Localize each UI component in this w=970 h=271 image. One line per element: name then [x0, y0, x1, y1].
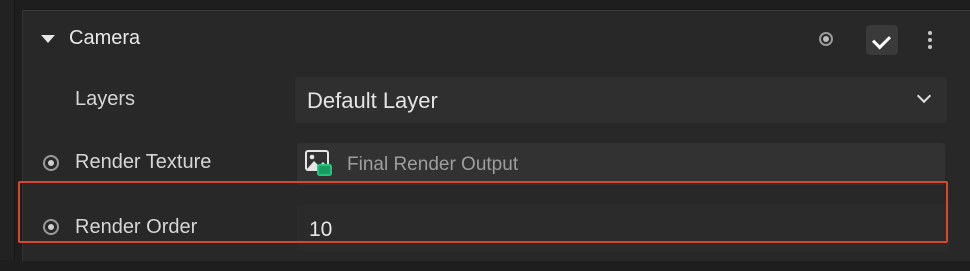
render-order-input[interactable]: 10 [297, 205, 949, 251]
radio-dot-icon[interactable] [43, 155, 59, 171]
render-order-value: 10 [309, 218, 333, 241]
layers-dropdown[interactable]: Default Layer [295, 77, 947, 123]
layers-dropdown-value: Default Layer [307, 88, 438, 113]
chevron-down-icon [916, 88, 932, 104]
caret-down-icon[interactable] [41, 35, 55, 43]
camera-component-panel: Camera Layers Default Layer Render Textu… [22, 10, 970, 261]
radio-dot-icon[interactable] [43, 219, 59, 235]
radio-dot-icon[interactable] [819, 32, 833, 46]
property-row-layers: Layers Default Layer [23, 77, 970, 143]
checkmark-icon [871, 30, 892, 50]
property-row-render-texture: Render Texture Final Render Output [23, 143, 970, 209]
render-texture-image-icon [305, 150, 332, 176]
enable-toggle-button[interactable] [866, 25, 898, 55]
render-order-label: Render Order [75, 216, 198, 238]
render-texture-field[interactable]: Final Render Output [297, 143, 945, 185]
left-edge-strip [0, 0, 15, 260]
layers-label: Layers [75, 88, 136, 110]
render-texture-label: Render Texture [75, 151, 212, 173]
vertical-ellipsis-icon[interactable] [927, 29, 933, 51]
property-row-render-order: Render Order 10 [23, 205, 970, 271]
component-title: Camera [69, 27, 141, 49]
component-header[interactable]: Camera [23, 11, 970, 67]
render-texture-value: Final Render Output [347, 154, 519, 175]
